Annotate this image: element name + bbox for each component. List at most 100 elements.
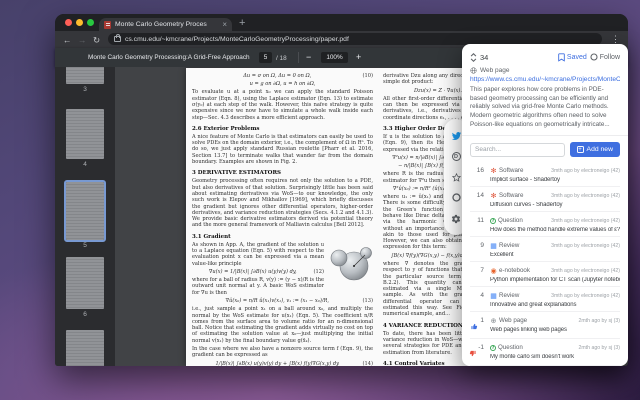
item-title[interactable]: Excellent [490, 252, 620, 258]
item-vote-zone[interactable]: 9 [466, 241, 490, 258]
equation: u = g on ∂Ω, u = h on ∂Ω, [249, 81, 316, 88]
item-title[interactable]: Python implementation for CT scan (Jupyt… [490, 277, 620, 283]
thumbnail-page-number: 4 [83, 161, 87, 168]
traffic-light-minimize[interactable] [76, 19, 83, 26]
follow-circle-icon [590, 53, 598, 61]
thumbnail-page-number: 6 [83, 311, 87, 318]
page-number-box[interactable]: 5 [259, 52, 272, 63]
pdf-document-title: Monte Carlo Geometry Processing:A Grid-F… [88, 54, 251, 61]
plus-icon: + [576, 146, 584, 154]
item-vote-zone[interactable]: 14 [466, 191, 490, 208]
item-title[interactable]: How does the method handle extreme value… [490, 227, 620, 233]
add-new-button[interactable]: + Add new [569, 142, 620, 158]
review-icon: ▦ [490, 291, 497, 300]
item-type-label: Review [499, 242, 520, 250]
item-vote-zone[interactable]: 1 [466, 316, 490, 335]
item-vote-zone[interactable]: 7 [466, 266, 490, 283]
page-thumbnail[interactable] [66, 330, 104, 366]
thumb-down-icon[interactable] [469, 350, 476, 357]
zoom-level[interactable]: 100% [321, 52, 348, 63]
item-title[interactable]: Web pages linking web pages [490, 327, 620, 333]
lock-icon [114, 34, 121, 42]
back-button[interactable]: ← [63, 35, 72, 45]
url-text: cs.cmu.edu/~kmcrane/Projects/MonteCarloG… [125, 35, 349, 43]
pdf-column-left: Δu = σ on Ω, Δu = 0 on Ω, (10) u = g on ∂Ω… [192, 71, 373, 366]
item-meta: 3mth ago by electroneigo (42) [551, 267, 620, 274]
list-item[interactable]: 4 ▦ Review 3mth ago by electroneigo (42)… [470, 286, 620, 311]
item-title[interactable]: My monte carlo sim doesn't work [490, 354, 620, 360]
circle-icon[interactable] [451, 193, 461, 202]
page-thumbnail[interactable] [66, 109, 104, 159]
item-vote-zone[interactable]: 11 [466, 216, 490, 233]
thumbnail-panel: 3 4 5 6 [55, 67, 115, 366]
bird-icon[interactable] [451, 131, 462, 141]
follow-button[interactable]: Follow [590, 53, 620, 61]
equation: ∇û(x₀) = n/R û(x₁)v(x₁), v₁ := (x₁ − x₀)… [225, 298, 373, 305]
item-meta: 3mth ago by electroneigo (42) [551, 167, 620, 174]
body-paragraph: Geometry processing often requires not o… [192, 178, 373, 229]
item-score: 9 [480, 242, 484, 250]
new-tab-button[interactable]: + [239, 17, 245, 29]
spheres-figure [330, 246, 372, 281]
list-item[interactable]: 11 ? Question 3mth ago by electroneigo (… [470, 211, 620, 236]
body-paragraph: A nice feature of Monte Carlo is that es… [192, 133, 373, 166]
webpage-icon: ⊕ [490, 316, 497, 325]
item-vote-zone[interactable]: 16 [466, 166, 490, 183]
review-icon: ▦ [490, 241, 497, 250]
equation: Δu = σ on Ω, Δu = 0 on Ω, (10) [243, 73, 373, 79]
list-item[interactable]: 14 ✻ Software 3mth ago by electroneigo (… [470, 186, 620, 211]
forward-button[interactable]: → [78, 35, 87, 45]
gear-icon[interactable] [451, 214, 461, 224]
page-count: / 18 [276, 54, 287, 62]
search-input[interactable] [470, 142, 565, 157]
traffic-light-zoom[interactable] [87, 19, 94, 26]
zoom-out-button[interactable]: − [306, 52, 311, 62]
annotation-panel: 34 Saved Follow Web page https://www.cs.… [462, 44, 628, 366]
zoom-in-button[interactable]: + [356, 52, 361, 62]
browser-tab[interactable]: Monte Carlo Geometry Proces × [99, 18, 232, 31]
list-item[interactable]: -1 ? Question 2mth ago by sj (3) My mont… [470, 338, 620, 365]
item-score: -1 [478, 344, 484, 352]
page-thumbnail[interactable] [66, 257, 104, 309]
item-score: 4 [480, 292, 484, 300]
list-item[interactable]: 1 ⊕ Web page 2mth ago by sj (3) Web page… [470, 311, 620, 338]
list-item[interactable]: 16 ✻ Software 3mth ago by electroneigo (… [470, 162, 620, 186]
question-icon: ? [490, 217, 496, 224]
thumbnail-page-number: 5 [83, 242, 87, 249]
tab-close-icon[interactable]: × [222, 20, 227, 29]
traffic-light-close[interactable] [65, 19, 72, 26]
source-link[interactable]: https://www.cs.cmu.edu/~kmcrane/Projects… [470, 76, 620, 83]
item-meta: 3mth ago by electroneigo (42) [551, 242, 620, 249]
thumb-up-icon[interactable] [471, 323, 478, 330]
body-paragraph: In the case where we also have a nonzero… [192, 346, 373, 359]
section-heading: 3.1 Gradient [192, 233, 231, 240]
list-item[interactable]: 7 ◉ e-notebook 3mth ago by electroneigo … [470, 261, 620, 286]
star-icon[interactable] [451, 172, 461, 182]
body-paragraph: To evaluate u at a point x₀ we can apply… [192, 89, 373, 121]
d-badge-icon[interactable]: D [451, 152, 461, 161]
equation: ∇u(x) = 1/|B(x)| ∫∂B(x) u(y)v(y) dy, (12) [208, 268, 324, 275]
tab-title: Monte Carlo Geometry Proces [115, 21, 207, 28]
reload-button[interactable]: ↻ [93, 35, 100, 46]
body-paragraph: As shown in App. A, the gradient of the … [192, 242, 373, 281]
list-item[interactable]: 9 ▦ Review 3mth ago by electroneigo (42)… [470, 236, 620, 261]
software-icon: ✻ [490, 166, 497, 175]
page-thumbnail[interactable] [66, 67, 104, 84]
item-title[interactable]: Diffusion curves - Shadertoy [490, 202, 620, 208]
vote-arrows-icon[interactable] [470, 52, 477, 63]
item-meta: 3mth ago by electroneigo (42) [551, 217, 620, 224]
toolbar-divider [298, 52, 299, 63]
item-title[interactable]: Innovative and great explanations [490, 302, 620, 308]
item-meta: 2mth ago by sj (3) [578, 344, 620, 351]
list-item[interactable]: -1 Files 3mth ago by electroneigo (42) F… [470, 365, 620, 366]
page-thumbnail[interactable] [64, 180, 106, 242]
item-type-label: Software [499, 192, 524, 200]
panel-divider [462, 135, 628, 137]
bookmark-icon [558, 52, 565, 62]
item-vote-zone[interactable]: -1 [466, 343, 490, 362]
item-score: 14 [476, 192, 484, 200]
item-title[interactable]: Implicit surface - Shadertoy [490, 177, 620, 183]
content-type-label: Web page [480, 67, 510, 74]
item-vote-zone[interactable]: 4 [466, 291, 490, 308]
saved-button[interactable]: Saved [558, 52, 587, 62]
